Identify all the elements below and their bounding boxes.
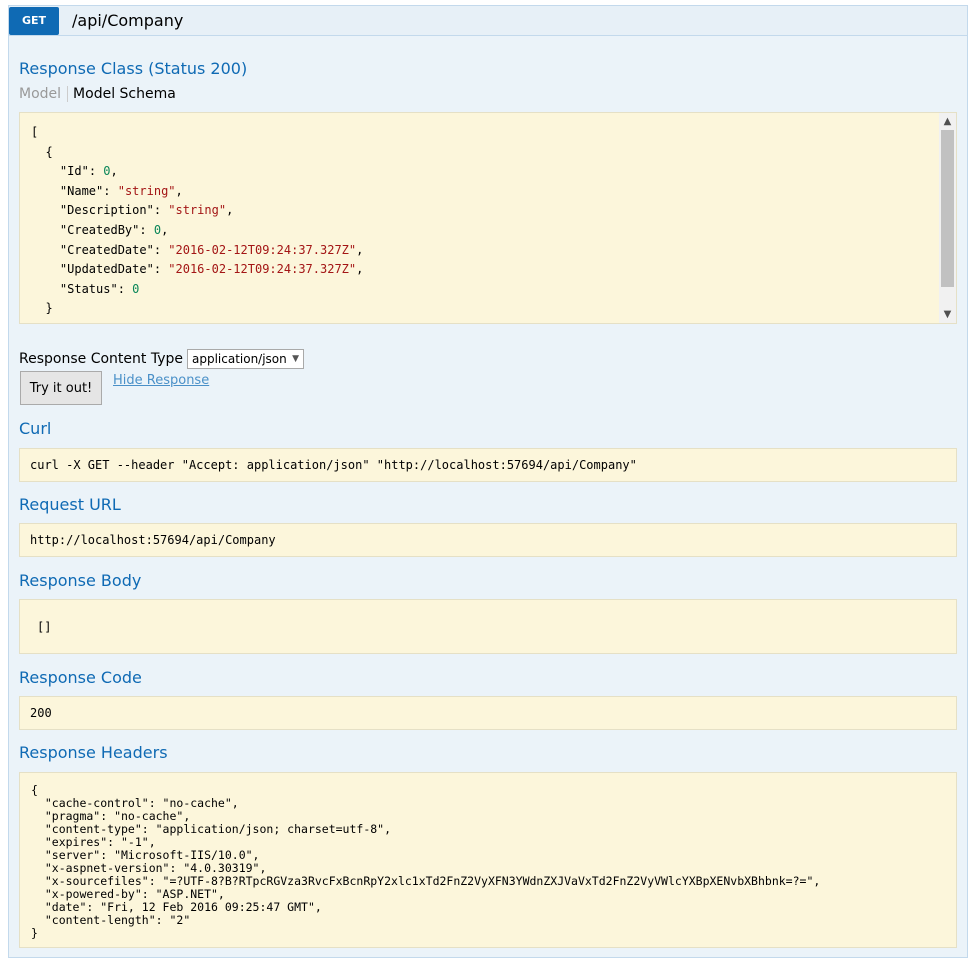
operation-header[interactable]: GET /api/Company	[9, 6, 967, 36]
schema-value: 0	[103, 164, 111, 179]
schema-value: [	[31, 125, 39, 139]
schema-key: "Status"	[59, 281, 118, 296]
model-schema-code: [ { "Id": 0, "Name": "string", "Descript…	[20, 113, 956, 319]
curl-title: Curl	[19, 419, 52, 438]
schema-value: 0	[132, 281, 140, 296]
schema-key: "UpdatedDate"	[59, 262, 154, 277]
request-url-title: Request URL	[19, 495, 121, 514]
request-url-value: http://localhost:57694/api/Company	[30, 533, 276, 547]
response-body-box: []	[19, 599, 957, 654]
model-schema-box[interactable]: [ { "Id": 0, "Name": "string", "Descript…	[19, 112, 957, 324]
schema-value: 0	[153, 222, 162, 237]
endpoint-path[interactable]: /api/Company	[72, 11, 183, 30]
schema-line: "CreatedBy": 0,	[59, 222, 169, 237]
curl-command: curl -X GET --header "Accept: applicatio…	[30, 458, 637, 472]
tab-model-schema[interactable]: Model Schema	[68, 86, 176, 102]
model-tabs: Model Model Schema	[19, 86, 176, 102]
schema-line: "Description": "string",	[59, 203, 234, 218]
content-type-label: Response Content Type	[19, 351, 183, 367]
schema-value: "string"	[117, 183, 176, 198]
schema-key: "CreatedDate"	[59, 242, 154, 257]
schema-line: {	[31, 144, 53, 159]
schema-key: "Description"	[59, 203, 154, 218]
schema-value: {	[45, 144, 53, 159]
http-method-badge[interactable]: GET	[9, 6, 59, 35]
schema-value: "2016-02-12T09:24:37.327Z"	[168, 242, 357, 257]
schema-value: "string"	[168, 203, 227, 218]
response-code-box: 200	[19, 696, 957, 730]
response-headers-box: { "cache-control": "no-cache", "pragma":…	[19, 772, 957, 948]
scroll-thumb[interactable]	[941, 130, 954, 287]
response-headers-title: Response Headers	[19, 743, 168, 762]
content-type-row: Response Content Type application/json ▼	[19, 349, 304, 369]
schema-key: "Name"	[59, 183, 104, 198]
schema-scrollbar[interactable]: ▲ ▼	[939, 113, 956, 323]
schema-line: "Status": 0	[59, 281, 140, 296]
schema-key: "Id"	[59, 164, 89, 179]
curl-box: curl -X GET --header "Accept: applicatio…	[19, 448, 957, 482]
tab-model[interactable]: Model	[19, 86, 69, 102]
hide-response-link[interactable]: Hide Response	[113, 373, 209, 388]
chevron-up-icon[interactable]: ▲	[939, 113, 956, 130]
response-headers-code: { "cache-control": "no-cache", "pragma":…	[31, 783, 821, 940]
chevron-down-icon[interactable]: ▼	[939, 306, 956, 323]
response-class-title: Response Class (Status 200)	[19, 59, 248, 78]
schema-line: "Id": 0,	[59, 164, 118, 179]
response-body-value: []	[37, 619, 52, 634]
schema-line: "Name": "string",	[59, 183, 183, 198]
schema-line: [	[31, 125, 38, 139]
response-body-title: Response Body	[19, 571, 142, 590]
schema-line: "CreatedDate": "2016-02-12T09:24:37.327Z…	[59, 242, 364, 257]
content-type-select[interactable]: application/json ▼	[186, 349, 304, 369]
request-url-box: http://localhost:57694/api/Company	[19, 523, 957, 557]
schema-key: "CreatedBy"	[59, 222, 140, 237]
chevron-down-icon: ▼	[292, 354, 299, 364]
response-code-value: 200	[30, 706, 52, 720]
operation-panel: GET /api/Company Response Class (Status …	[8, 5, 968, 958]
content-type-selected: application/json	[191, 352, 287, 366]
response-code-title: Response Code	[19, 668, 142, 687]
schema-value: "2016-02-12T09:24:37.327Z"	[168, 262, 357, 277]
schema-line: }	[31, 301, 53, 316]
try-it-out-button[interactable]: Try it out!	[20, 371, 102, 405]
schema-line: "UpdatedDate": "2016-02-12T09:24:37.327Z…	[59, 262, 364, 277]
schema-value: }	[45, 301, 53, 316]
